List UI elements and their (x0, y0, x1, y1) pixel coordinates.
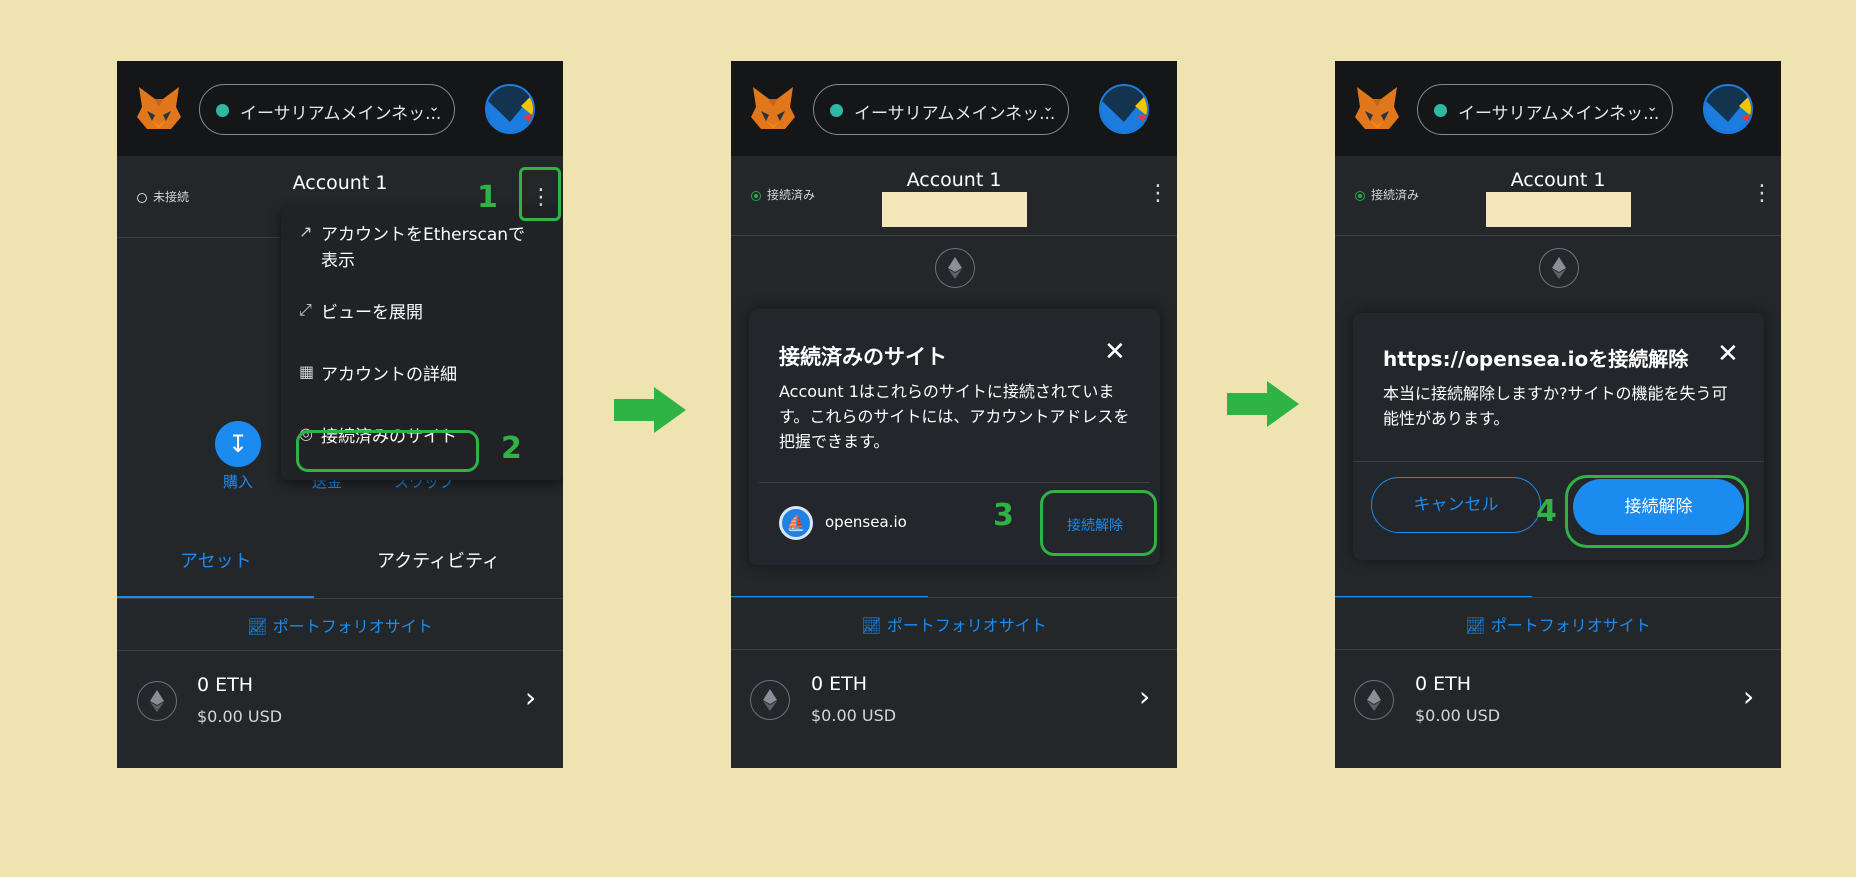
account-avatar[interactable] (1099, 84, 1149, 134)
asset-amount: 0 ETH (811, 673, 868, 695)
chevron-down-icon: ⌄ (1646, 99, 1658, 115)
account-name[interactable]: Account 1 (731, 169, 1177, 191)
chart-icon: 📈︎ (247, 617, 268, 636)
highlight-connected-sites (296, 430, 479, 472)
disconnected-dot-icon (137, 192, 147, 203)
eth-icon (935, 248, 975, 288)
network-status-dot (830, 104, 843, 117)
portfolio-link[interactable]: 📈︎ ポートフォリオサイト (117, 613, 563, 637)
opensea-icon: ⛵ (779, 506, 813, 540)
arrow-right-icon (614, 387, 686, 433)
menu-item-view-etherscan[interactable]: ↗ アカウントをEtherscanで表示 (299, 222, 536, 274)
network-label: イーサリアムメインネッ... (240, 104, 442, 124)
highlight-disconnect (1040, 490, 1157, 556)
divider (1335, 235, 1781, 236)
wallet-panel-step3: イーサリアムメインネッ... ⌄ 接続済み Account 1 ⋮ 📈︎ ポート… (1335, 61, 1781, 768)
asset-amount: 0 ETH (197, 674, 254, 696)
wallet-header: イーサリアムメインネッ... ⌄ (731, 61, 1177, 156)
chevron-right-icon: › (525, 681, 537, 714)
metamask-fox-icon (1355, 87, 1399, 129)
account-avatar[interactable] (485, 84, 535, 134)
download-icon: ↧ (215, 421, 261, 467)
tab-activity[interactable]: アクティビティ (377, 547, 500, 573)
modal-title: https://opensea.ioを接続解除 (1383, 347, 1689, 371)
chevron-down-icon: ⌄ (1042, 99, 1054, 115)
wallet-header: イーサリアムメインネッ... ⌄ (117, 61, 563, 156)
account-avatar[interactable] (1703, 84, 1753, 134)
eth-icon (137, 681, 177, 721)
step-number: 1 (477, 180, 498, 215)
asset-fiat: $0.00 USD (1415, 706, 1501, 725)
more-menu-icon[interactable]: ⋮ (1751, 174, 1773, 214)
network-selector[interactable]: イーサリアムメインネッ... ⌄ (199, 84, 455, 135)
connected-dot-icon (751, 190, 761, 201)
wallet-header: イーサリアムメインネッ... ⌄ (1335, 61, 1781, 156)
asset-fiat: $0.00 USD (811, 706, 897, 725)
account-name[interactable]: Account 1 (1335, 169, 1781, 191)
step-number: 3 (993, 498, 1014, 533)
step-number: 4 (1536, 494, 1557, 529)
portfolio-link[interactable]: 📈︎ ポートフォリオサイト (731, 612, 1177, 636)
cancel-button[interactable]: キャンセル (1371, 477, 1541, 533)
divider (117, 598, 563, 599)
metamask-fox-icon (751, 87, 795, 129)
modal-body: Account 1はこれらのサイトに接続されています。これらのサイトには、アカウ… (779, 382, 1130, 451)
metamask-fox-icon (137, 87, 181, 129)
connected-dot-icon (1355, 190, 1365, 201)
close-icon[interactable]: ✕ (1717, 339, 1739, 369)
eth-icon (750, 680, 790, 720)
modal-title: 接続済みのサイト (779, 345, 947, 369)
tab-assets[interactable]: アセット (180, 547, 252, 573)
portfolio-link[interactable]: 📈︎ ポートフォリオサイト (1335, 612, 1781, 636)
account-address-redacted[interactable] (1486, 192, 1631, 227)
highlight-more-menu (519, 167, 561, 221)
asset-amount: 0 ETH (1415, 673, 1472, 695)
network-selector[interactable]: イーサリアムメインネッ... ⌄ (1417, 84, 1673, 135)
chevron-down-icon: ⌄ (428, 99, 440, 115)
account-address-redacted[interactable] (882, 192, 1027, 227)
chart-icon: 📈︎ (861, 616, 882, 635)
external-link-icon: ↗ (299, 222, 313, 241)
divider (759, 482, 1150, 483)
divider (1335, 597, 1781, 598)
arrow-right-icon (1227, 381, 1299, 427)
expand-icon: ⤢ (299, 300, 312, 319)
menu-item-account-details[interactable]: ▦ アカウントの詳細 (299, 362, 457, 388)
close-icon[interactable]: ✕ (1104, 337, 1126, 367)
network-status-dot (1434, 104, 1447, 117)
asset-row-eth[interactable]: 0 ETH $0.00 USD › (1335, 650, 1781, 750)
network-status-dot (216, 104, 229, 117)
more-menu-icon[interactable]: ⋮ (1147, 174, 1169, 214)
highlight-confirm-disconnect (1565, 475, 1749, 548)
chevron-right-icon: › (1743, 680, 1755, 713)
asset-fiat: $0.00 USD (197, 707, 283, 726)
chart-icon: 📈︎ (1465, 616, 1486, 635)
eth-icon (1354, 680, 1394, 720)
step-number: 2 (501, 431, 522, 466)
divider (731, 597, 1177, 598)
buy-button[interactable]: ↧ 購入 (213, 421, 263, 492)
network-selector[interactable]: イーサリアムメインネッ... ⌄ (813, 84, 1069, 135)
network-label: イーサリアムメインネッ... (1458, 104, 1660, 124)
qr-code-icon: ▦ (299, 362, 315, 381)
asset-row-eth[interactable]: 0 ETH $0.00 USD › (731, 650, 1177, 750)
eth-icon (1539, 248, 1579, 288)
wallet-panel-step1: イーサリアムメインネッ... ⌄ 未接続 Account 1 ⋮ ↧ 購入 送金… (117, 61, 563, 768)
wallet-panel-step2: イーサリアムメインネッ... ⌄ 接続済み Account 1 ⋮ 📈︎ ポート… (731, 61, 1177, 768)
modal-body: 本当に接続解除しますか?サイトの機能を失う可能性があります。 (1383, 384, 1728, 428)
divider (1353, 461, 1764, 462)
network-label: イーサリアムメインネッ... (854, 104, 1056, 124)
divider (731, 235, 1177, 236)
chevron-right-icon: › (1139, 680, 1151, 713)
asset-row-eth[interactable]: 0 ETH $0.00 USD › (117, 651, 563, 751)
site-name: opensea.io (825, 513, 907, 531)
menu-item-expand-view[interactable]: ⤢ ビューを展開 (299, 300, 423, 326)
